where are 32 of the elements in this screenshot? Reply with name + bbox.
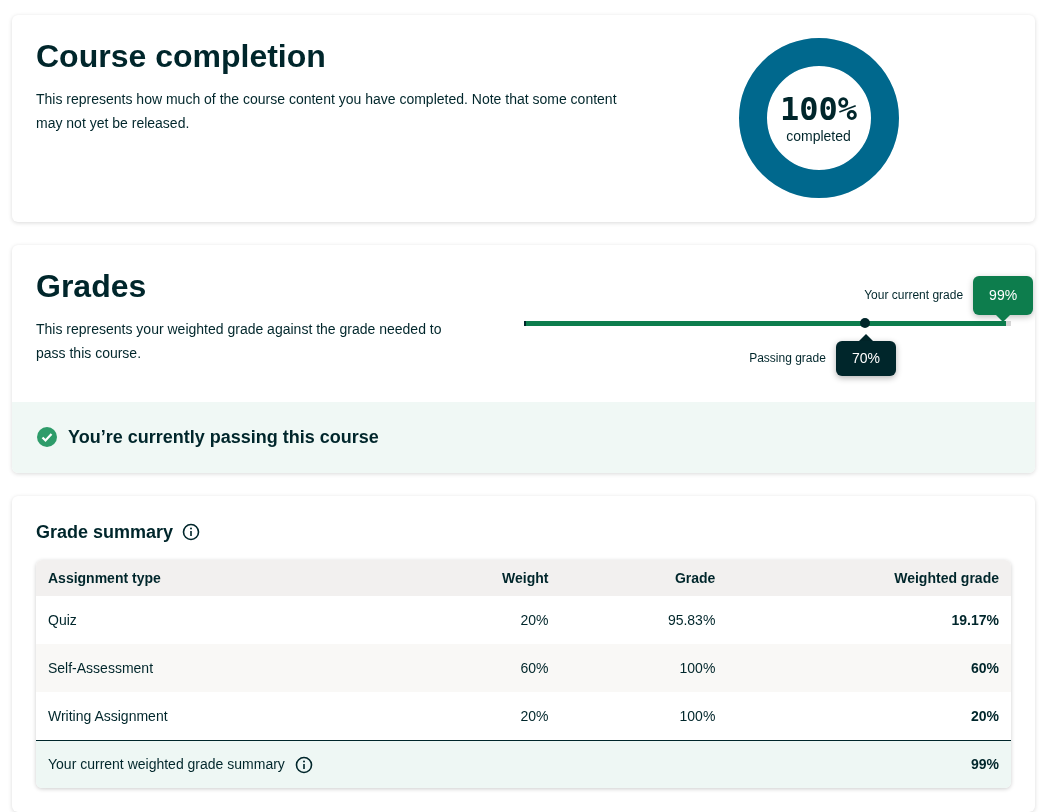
table-cell-text: Writing Assignment xyxy=(48,706,169,726)
passing-grade-tooltip: 70% xyxy=(835,333,896,376)
card-title: Grades xyxy=(36,266,148,305)
column-header: Assignment type xyxy=(48,568,162,588)
current-grade-label: Your current grade xyxy=(864,287,964,305)
completion-caption: completed xyxy=(786,127,851,146)
summary-label: Your current weighted grade summary xyxy=(48,755,285,774)
completion-percent: 100% xyxy=(779,91,858,128)
card-title: Course completion xyxy=(36,37,327,75)
current-grade-tooltip: 99% xyxy=(973,275,1034,322)
column-header: Weighted grade xyxy=(893,568,999,588)
table-cell-text: 100% xyxy=(678,706,716,726)
table-cell-text: 60% xyxy=(519,658,549,678)
table-cell-text: 60% xyxy=(969,658,999,678)
table-cell-text: Self-Assessment xyxy=(48,658,155,678)
table-cell-text: 20% xyxy=(969,706,999,726)
table-cell-text: Quiz xyxy=(48,610,78,630)
section-title: Grade summary xyxy=(36,521,174,544)
summary-value: 99% xyxy=(970,755,999,774)
column-header: Grade xyxy=(673,568,716,588)
table-cell-text: 20% xyxy=(519,610,549,630)
card-description: This represents how much of the course content you have completed. Note that some content may not yet be released. xyxy=(36,90,618,133)
table-cell-text: 20% xyxy=(519,706,549,726)
passing-grade-label: Passing grade xyxy=(749,350,826,368)
passing-status-message: You’re currently passing this course xyxy=(68,425,379,449)
column-header: Weight xyxy=(501,568,549,588)
table-cell-text: 100% xyxy=(678,658,716,678)
table-cell-text: 95.83% xyxy=(666,610,716,630)
info-icon[interactable] xyxy=(294,755,313,774)
info-icon[interactable] xyxy=(182,523,201,541)
table-cell-text: 19.17% xyxy=(950,610,999,630)
card-description: This represents your weighted grade against the grade needed to pass this course. xyxy=(36,319,443,363)
